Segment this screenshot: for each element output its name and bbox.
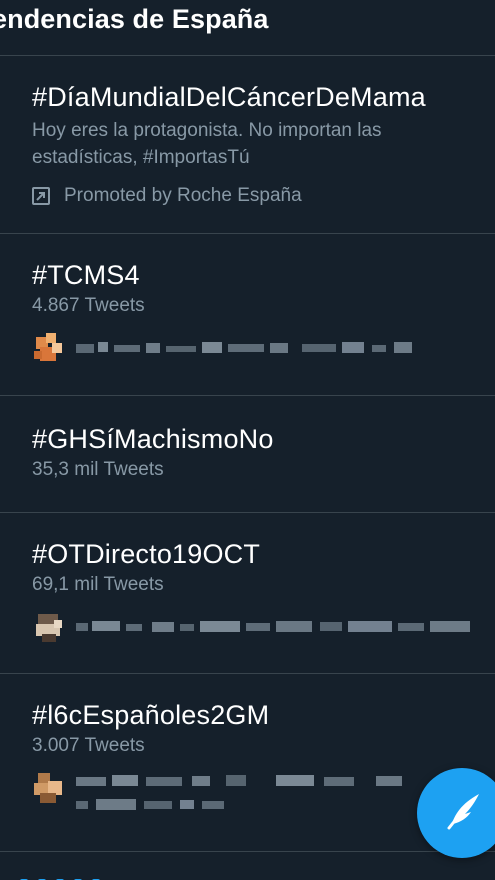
trend-item[interactable]: #GHSíMachismoNo 35,3 mil Tweets: [0, 396, 495, 513]
trend-name: #GHSíMachismoNo: [32, 424, 274, 454]
trend-item[interactable]: #OTDirecto19OCT 69,1 mil Tweets: [0, 513, 495, 674]
trends-header: endencias de España: [0, 0, 495, 56]
tweet-count: 35,3 mil Tweets: [32, 459, 164, 480]
blurred-context-text: [76, 775, 402, 810]
promoted-icon: [32, 187, 50, 205]
trend-name: #OTDirecto19OCT: [32, 539, 261, 569]
trend-context-preview: [32, 331, 495, 365]
trend-name: #TCMS4: [32, 260, 140, 290]
promoted-label: Promoted by Roche España: [32, 185, 495, 207]
trend-name: #l6cEspañoles2GM: [32, 700, 270, 730]
tweet-count: 3.007 Tweets: [32, 735, 145, 756]
trend-item[interactable]: #TCMS4 4.867 Tweets: [0, 234, 495, 396]
next-trend-peek: [20, 870, 130, 880]
compose-tweet-icon: [447, 794, 479, 830]
trend-item-promoted[interactable]: #DíaMundialDelCáncerDeMama Hoy eres la p…: [0, 56, 495, 234]
promoted-by-text: Promoted by Roche España: [64, 185, 302, 206]
trend-context-preview: [32, 610, 495, 644]
blurred-avatar: [36, 614, 62, 642]
blurred-avatar: [34, 333, 62, 361]
blurred-context-text: [76, 621, 470, 632]
trend-description: Hoy eres la protagonista. No importan la…: [32, 120, 382, 168]
page-title: endencias de España: [0, 4, 269, 34]
tweet-count: 4.867 Tweets: [32, 295, 145, 316]
blurred-avatar: [34, 773, 62, 803]
trend-name: #DíaMundialDelCáncerDeMama: [32, 82, 426, 112]
tweet-count: 69,1 mil Tweets: [32, 574, 164, 595]
blurred-context-text: [76, 342, 412, 353]
